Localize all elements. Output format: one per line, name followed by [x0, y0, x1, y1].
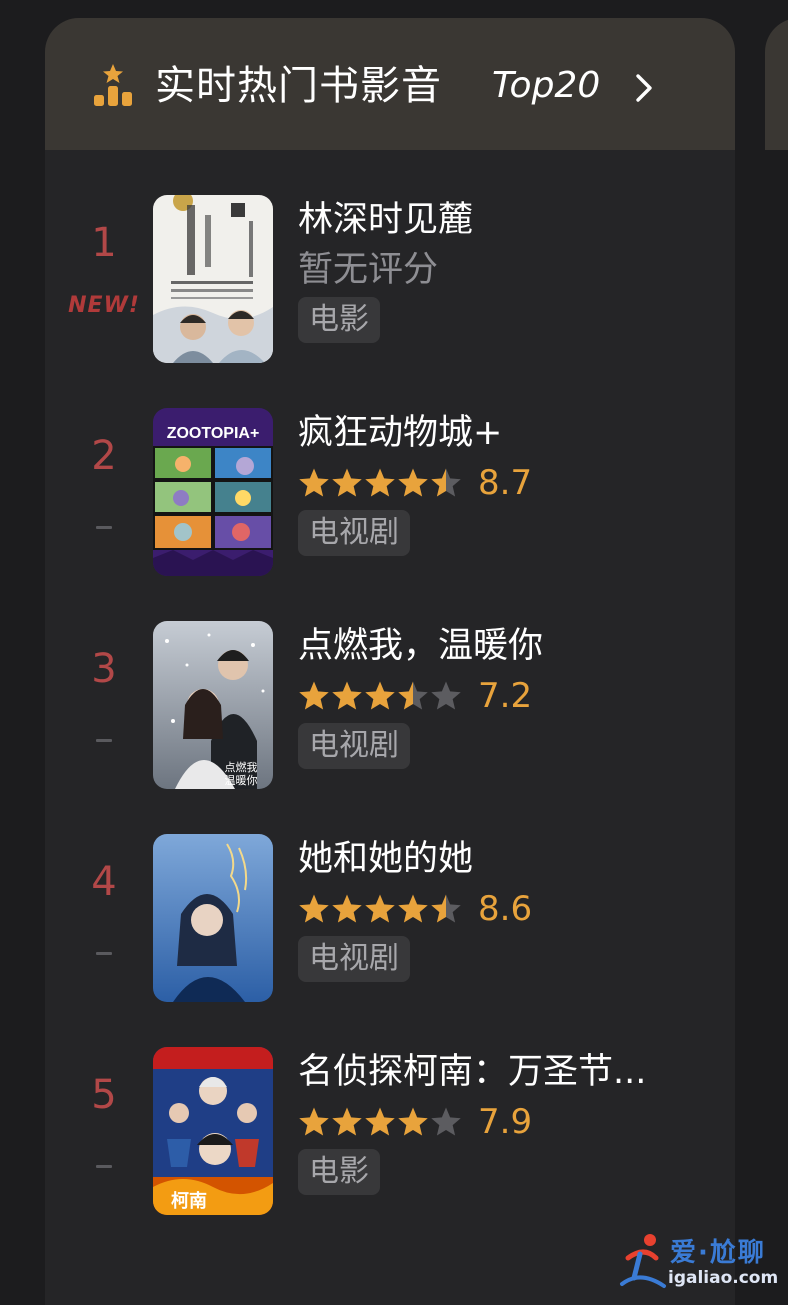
item-title: 林深时见麓: [298, 200, 474, 240]
item-title: 点燃我，温暖你: [298, 626, 544, 666]
podium-icon: [94, 64, 132, 106]
no-rating-text: 暂无评分: [298, 250, 439, 290]
star-icon: [431, 894, 461, 923]
rank-unchanged-dash: [96, 739, 112, 742]
star-icon: [332, 681, 362, 710]
list-title: 实时热门书影音: [155, 63, 442, 109]
svg-text:温暖你: 温暖你: [225, 774, 258, 787]
star-icon: [398, 894, 428, 923]
hot-list-header[interactable]: 实时热门书影音 Top20: [45, 18, 735, 150]
item-title: 名侦探柯南：万圣节...: [298, 1052, 647, 1092]
star-icon: [299, 1107, 329, 1136]
poster-image[interactable]: 柯南: [153, 1047, 273, 1215]
svg-text:点燃我: 点燃我: [225, 760, 258, 774]
star-icon: [365, 1107, 395, 1136]
category-tag: 电视剧: [298, 510, 410, 556]
star-rating: [299, 1107, 461, 1136]
rank-number: 4: [91, 859, 117, 905]
star-icon: [332, 894, 362, 923]
star-icon: [365, 681, 395, 710]
poster-image[interactable]: ZOOTOPIA+: [153, 408, 273, 576]
rating-score: 7.9: [478, 1102, 533, 1142]
list-item[interactable]: 1 NEW! 林深时见麓 暂无评分 电影: [45, 195, 735, 365]
star-rating: [299, 468, 461, 497]
star-icon: [431, 468, 461, 497]
site-watermark: 爱·尬聊 igaliao.com: [618, 1232, 778, 1298]
category-tag: 电影: [298, 1149, 380, 1195]
rating-score: 8.6: [478, 889, 533, 929]
rank-unchanged-dash: [96, 526, 112, 529]
star-icon: [299, 468, 329, 497]
rank-unchanged-dash: [96, 1165, 112, 1168]
svg-text:柯南: 柯南: [171, 1190, 207, 1212]
new-badge: NEW!: [68, 293, 140, 318]
star-icon: [431, 1107, 461, 1136]
star-icon: [299, 894, 329, 923]
poster-image[interactable]: [153, 195, 273, 363]
chevron-right-icon[interactable]: [633, 71, 655, 105]
next-list-card[interactable]: [765, 18, 788, 150]
rating-score: 7.2: [478, 676, 533, 716]
item-title: 疯狂动物城+: [298, 413, 503, 453]
star-icon: [431, 681, 461, 710]
rating-score: 8.7: [478, 463, 533, 503]
star-icon: [398, 468, 428, 497]
category-tag: 电视剧: [298, 936, 410, 982]
star-icon: [332, 1107, 362, 1136]
item-title: 她和她的她: [298, 839, 474, 879]
star-icon: [365, 894, 395, 923]
star-icon: [332, 468, 362, 497]
poster-image[interactable]: [153, 834, 273, 1002]
star-icon: [398, 681, 428, 710]
list-item[interactable]: 5 柯南 名侦探柯南：万圣节... 7.9 电影: [45, 1047, 735, 1217]
poster-logo-text: ZOOTOPIA+: [167, 425, 260, 442]
list-item[interactable]: 3 点燃我 温暖你 点燃我，温暖你 7.2 电视剧: [45, 621, 735, 791]
hot-list-card: 实时热门书影音 Top20 1 NEW! 林深时见麓 暂无评分 电影 2 ZOO…: [45, 18, 735, 1305]
runner-logo-icon: [620, 1234, 666, 1288]
category-tag: 电视剧: [298, 723, 410, 769]
star-rating: [299, 894, 461, 923]
rank-number: 3: [91, 646, 117, 692]
star-rating: [299, 681, 461, 710]
star-icon: [299, 681, 329, 710]
rank-number: 1: [91, 220, 117, 266]
star-icon: [365, 468, 395, 497]
watermark-text: 爱·尬聊: [670, 1238, 766, 1268]
rank-number: 5: [91, 1072, 117, 1118]
poster-image[interactable]: 点燃我 温暖你: [153, 621, 273, 789]
star-icon: [398, 1107, 428, 1136]
top-count-label: Top20: [492, 65, 601, 106]
watermark-url: igaliao.com: [668, 1268, 779, 1288]
rank-number: 2: [91, 433, 117, 479]
list-item[interactable]: 2 ZOOTOPIA+ 疯狂动物城+ 8.7 电视剧: [45, 408, 735, 578]
list-item[interactable]: 4 她和她的她 8.6 电视剧: [45, 834, 735, 1004]
category-tag: 电影: [298, 297, 380, 343]
rank-unchanged-dash: [96, 952, 112, 955]
